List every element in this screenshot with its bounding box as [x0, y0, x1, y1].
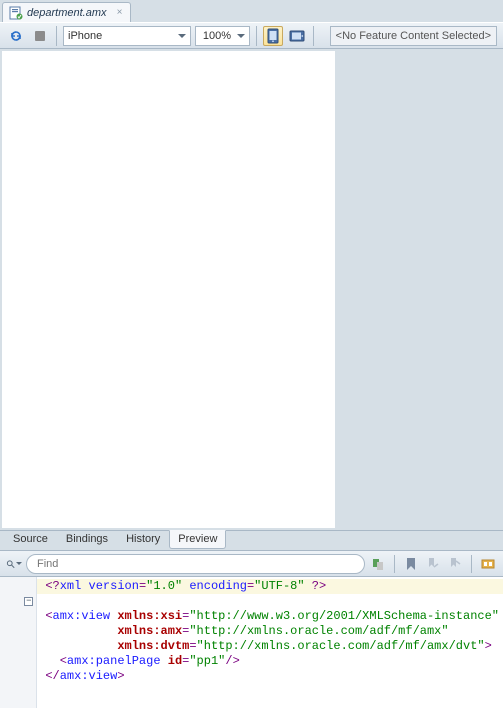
preview-gutter: [337, 49, 503, 530]
source-pane: − <?xml version="1.0" encoding="UTF-8" ?…: [0, 550, 503, 708]
tab-bindings[interactable]: Bindings: [57, 530, 117, 549]
next-bookmark-button[interactable]: [446, 555, 464, 573]
feature-content-value: <No Feature Content Selected>: [336, 30, 491, 42]
code-token: amx:panelPage: [67, 654, 161, 668]
device-dropdown-value: iPhone: [68, 30, 102, 42]
code-token: xmlns:amx: [117, 624, 182, 638]
code-token: "http://xmlns.oracle.com/adf/mf/amx": [189, 624, 448, 638]
code-token: =: [189, 639, 196, 653]
fold-toggle-icon[interactable]: −: [24, 597, 33, 606]
toolbar-separator: [471, 555, 472, 573]
editor-tab-label: department.amx: [27, 7, 106, 19]
code-token: xmlns:dvtm: [117, 639, 189, 653]
preview-area: [0, 49, 503, 530]
find-input[interactable]: [26, 554, 365, 574]
search-icon[interactable]: [6, 556, 22, 572]
editor-bottom-tabs: Source Bindings History Preview: [0, 530, 503, 550]
stop-button[interactable]: [30, 26, 50, 46]
code-token: />: [225, 654, 239, 668]
code-token: ?>: [305, 579, 327, 593]
orientation-portrait-button[interactable]: [263, 26, 283, 46]
chevron-down-icon: [16, 562, 22, 565]
bookmark-button[interactable]: [402, 555, 420, 573]
editor-tabstrip: department.amx ×: [0, 0, 503, 22]
code-token: id: [161, 654, 183, 668]
editor-tab-department[interactable]: department.amx ×: [2, 2, 131, 22]
close-icon[interactable]: ×: [114, 8, 124, 18]
toolbar-separator: [313, 26, 314, 46]
toolbar-separator: [256, 26, 257, 46]
code-token: >: [485, 639, 492, 653]
chevron-down-icon: [237, 34, 245, 38]
code-assist-button[interactable]: [479, 555, 497, 573]
code-token: amx:view: [53, 609, 111, 623]
chevron-down-icon: [178, 34, 186, 38]
code-token: "1.0": [146, 579, 182, 593]
code-token: "http://www.w3.org/2001/XMLSchema-instan…: [189, 609, 499, 623]
code-token: >: [117, 669, 124, 683]
tab-history[interactable]: History: [117, 530, 169, 549]
insert-mark-button[interactable]: [369, 555, 387, 573]
toolbar-separator: [394, 555, 395, 573]
code-token: encoding: [182, 579, 247, 593]
code-token: amx:view: [60, 669, 118, 683]
code-token: "UTF-8": [254, 579, 304, 593]
feature-content-dropdown[interactable]: <No Feature Content Selected>: [330, 26, 497, 46]
refresh-button[interactable]: [6, 26, 26, 46]
orientation-landscape-button[interactable]: [287, 26, 307, 46]
tab-preview[interactable]: Preview: [169, 530, 226, 549]
code-token: xml version: [60, 579, 139, 593]
code-content[interactable]: <?xml version="1.0" encoding="UTF-8" ?> …: [37, 577, 503, 708]
code-token: xmlns:xsi: [110, 609, 182, 623]
prev-bookmark-button[interactable]: [424, 555, 442, 573]
code-token: "http://xmlns.oracle.com/adf/mf/amx/dvt": [197, 639, 485, 653]
zoom-dropdown-value: 100%: [200, 30, 231, 42]
code-token: </: [45, 669, 59, 683]
find-toolbar: [0, 551, 503, 577]
preview-canvas[interactable]: [2, 51, 335, 528]
device-dropdown[interactable]: iPhone: [63, 26, 191, 46]
code-token: "pp1": [189, 654, 225, 668]
preview-toolbar: iPhone 100% <No Feature Content Selected…: [0, 22, 503, 49]
code-token: <: [45, 654, 67, 668]
zoom-dropdown[interactable]: 100%: [195, 26, 250, 46]
tab-source[interactable]: Source: [4, 530, 57, 549]
code-token: <?: [45, 579, 59, 593]
file-icon: [9, 6, 23, 20]
code-token: <: [45, 609, 52, 623]
code-gutter: −: [0, 577, 37, 708]
code-editor[interactable]: − <?xml version="1.0" encoding="UTF-8" ?…: [0, 577, 503, 708]
toolbar-separator: [56, 26, 57, 46]
